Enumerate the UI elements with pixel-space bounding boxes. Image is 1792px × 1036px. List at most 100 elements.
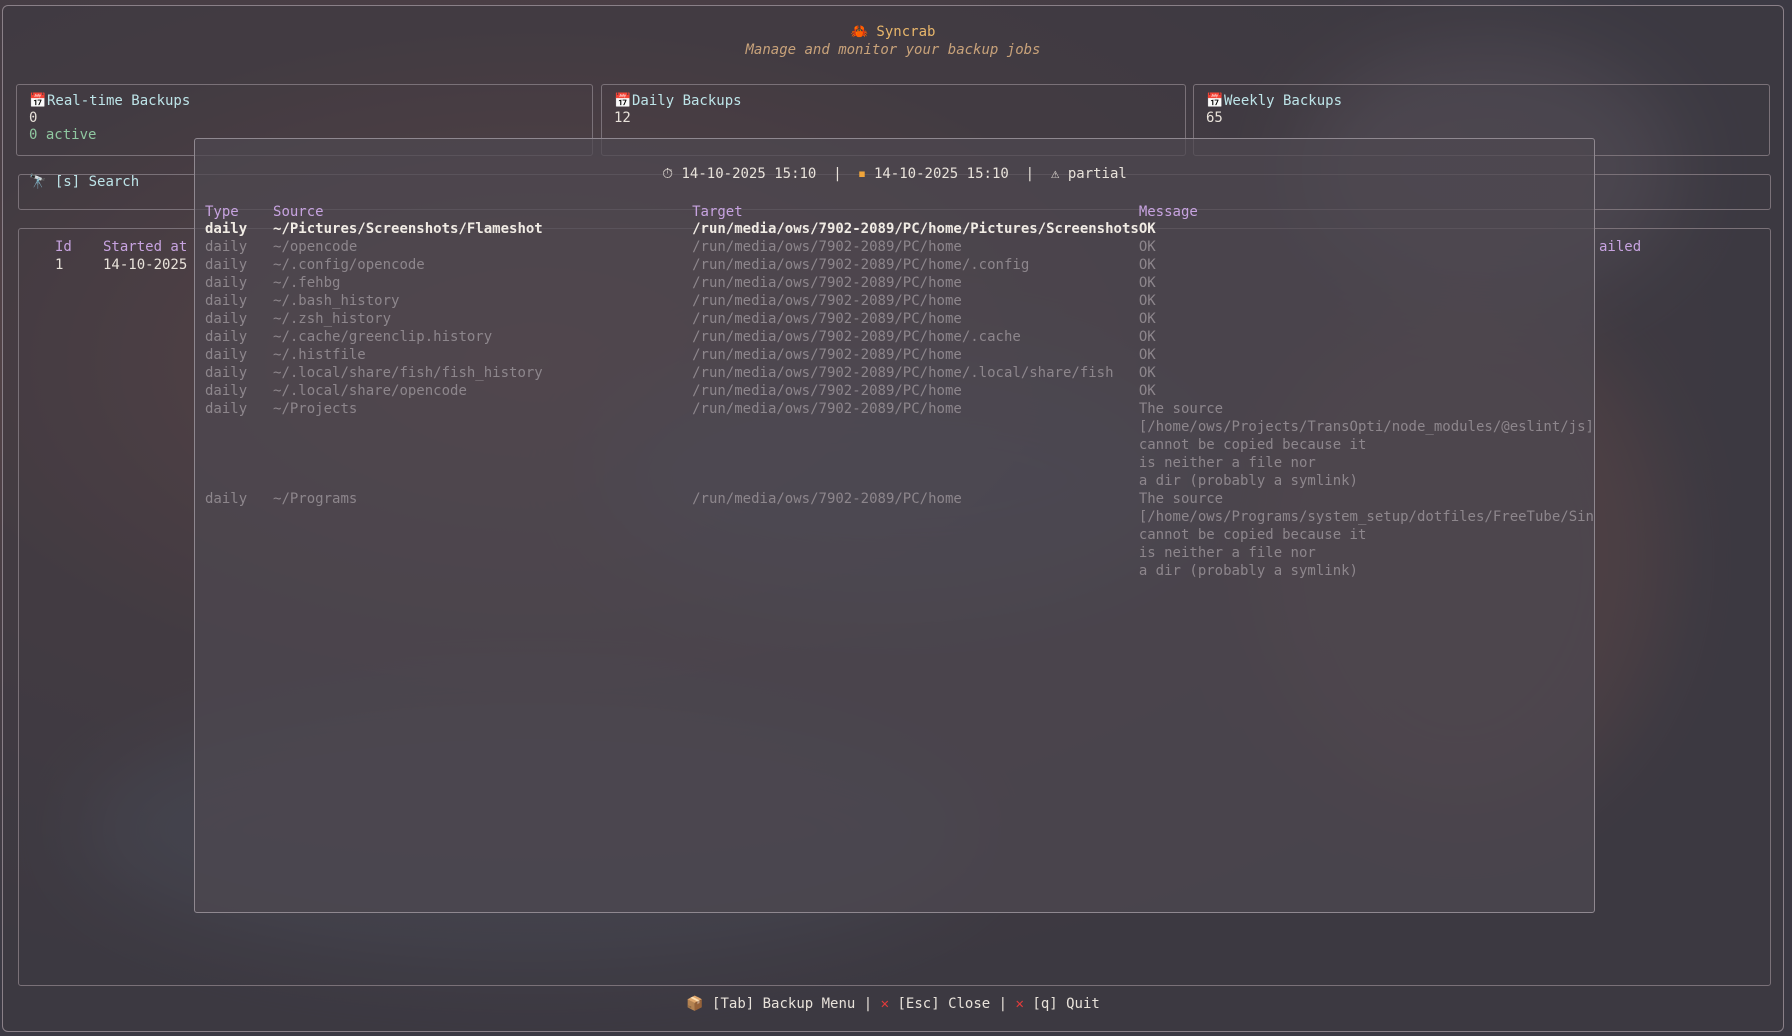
cell-target: /run/media/ows/7902-2089/PC/home [692, 311, 962, 327]
terminal-window: 🦀 Syncrab Manage and monitor your backup… [2, 5, 1784, 1032]
package-icon: 📦 [686, 996, 704, 1012]
cell-started: 14-10-2025 [103, 257, 188, 273]
started-time: 14-10-2025 15:10 [681, 166, 817, 182]
cell-target: /run/media/ows/7902-2089/PC/home/.config [692, 257, 1030, 273]
message-line: The source [1138, 491, 1224, 507]
message-line: cannot be copied because it [1138, 437, 1367, 453]
footer-keybinds: 📦 [Tab] Backup Menu | ✕ [Esc] Close | ✕ … [686, 996, 1100, 1012]
message-line: OK [1138, 293, 1156, 309]
cell-target: /run/media/ows/7902-2089/PC/home/.cache [692, 329, 1021, 345]
cell-message: OK [1139, 329, 1594, 347]
stat-title: Real-time Backups [47, 93, 191, 109]
job-row[interactable]: daily ~/opencode/run/media/ows/7902-2089/… [205, 239, 1594, 257]
message-line: OK [1138, 275, 1156, 291]
cell-target: /run/media/ows/7902-2089/PC/home [692, 491, 962, 507]
job-row[interactable]: daily ~/.cache/greenclip.history/run/medi… [205, 329, 1594, 347]
cell-target: /run/media/ows/7902-2089/PC/home/Picture… [692, 221, 1139, 237]
col-failed: ailed [1599, 239, 1642, 255]
modal-header: ⏱ 14-10-2025 15:10 | ⏹ 14-10-2025 15:10 … [195, 166, 1594, 182]
message-line: OK [1138, 347, 1156, 363]
col-source: Source [273, 204, 324, 220]
table-row[interactable]: 1 14-10-2025 [55, 257, 187, 273]
telescope-icon: 🔭 [29, 174, 47, 190]
cell-target: /run/media/ows/7902-2089/PC/home [692, 239, 962, 255]
quit-key[interactable]: [q] Quit [1032, 996, 1099, 1012]
calendar-icon: 📅 [1206, 93, 1224, 109]
message-line: OK [1138, 239, 1156, 255]
quit-icon: ✕ [1015, 996, 1024, 1012]
cell-target: /run/media/ows/7902-2089/PC/home [692, 293, 962, 309]
cell-message: OK [1139, 365, 1594, 383]
finished-time: 14-10-2025 15:10 [873, 166, 1009, 182]
cell-target: /run/media/ows/7902-2089/PC/home [692, 383, 962, 399]
col-message: Message [1138, 204, 1198, 220]
stat-title: Daily Backups [632, 93, 742, 109]
cell-source: ~/.histfile [273, 347, 366, 363]
finish-flag-icon: ⏹ [858, 166, 866, 182]
cell-type: daily [205, 275, 248, 291]
stat-value: 12 [614, 110, 631, 126]
calendar-icon: 📅 [614, 93, 632, 109]
stopwatch-icon: ⏱ [662, 166, 674, 182]
calendar-icon: 📅 [29, 93, 47, 109]
cell-id: 1 [55, 257, 64, 273]
cell-message: OK [1139, 257, 1594, 275]
cell-target: /run/media/ows/7902-2089/PC/home [692, 347, 962, 363]
warning-icon: ⚠ [1050, 166, 1060, 182]
job-row[interactable]: daily ~/.local/share/opencode/run/media/o… [205, 383, 1594, 401]
cell-type: daily [205, 365, 248, 381]
message-line: The source [1138, 401, 1224, 417]
crab-icon: 🦀 [850, 24, 868, 40]
cell-source: ~/.bash_history [273, 293, 400, 309]
backup-menu-key[interactable]: [Tab] Backup Menu [712, 996, 855, 1012]
separator: | [833, 166, 842, 182]
close-icon: ✕ [880, 996, 890, 1012]
cell-message: OK [1139, 383, 1594, 401]
job-row[interactable]: daily ~/.fehbg/run/media/ows/7902-2089/PC… [205, 275, 1594, 293]
col-type: Type [205, 204, 239, 220]
cell-type: daily [205, 311, 248, 327]
cell-target: /run/media/ows/7902-2089/PC/home/.local/… [692, 365, 1114, 381]
message-line: a dir (probably a symlink) [1138, 563, 1358, 579]
cell-type: daily [205, 347, 248, 363]
cell-type: daily [205, 329, 248, 345]
status-badge: partial [1067, 166, 1127, 182]
stat-value: 65 [1206, 110, 1223, 126]
cell-message: The source [/home/ows/Projects/TransOpti/… [1139, 401, 1594, 491]
job-row[interactable]: daily ~/.bash_history/run/media/ows/7902-… [205, 293, 1594, 311]
cell-type: daily [205, 401, 248, 417]
cell-message: The source [/home/ows/Programs/system_set… [1139, 491, 1594, 581]
app-header: 🦀 Syncrab Manage and monitor your backup… [3, 24, 1783, 58]
cell-message: OK [1139, 347, 1594, 365]
cell-type: daily [205, 221, 248, 237]
stat-value: 0 [29, 110, 38, 126]
job-row[interactable]: daily ~/.config/opencode/run/media/ows/79… [205, 257, 1594, 275]
cell-target: /run/media/ows/7902-2089/PC/home [692, 401, 962, 417]
cell-source: ~/.local/share/fish/fish_history [273, 365, 543, 381]
job-row[interactable]: daily ~/.local/share/fish/fish_history/ru… [205, 365, 1594, 383]
close-key[interactable]: [Esc] Close [898, 996, 991, 1012]
job-row[interactable]: daily ~/Programs/run/media/ows/7902-2089/… [205, 491, 1594, 581]
cell-source: ~/Programs [273, 491, 358, 507]
cell-source: ~/opencode [273, 239, 358, 255]
stat-title: Weekly Backups [1224, 93, 1343, 109]
cell-source: ~/.fehbg [273, 275, 341, 291]
cell-type: daily [205, 239, 248, 255]
cell-message: OK [1139, 293, 1594, 311]
message-line: is neither a file nor [1138, 545, 1316, 561]
search-label-text: [s] Search [54, 174, 140, 190]
job-row[interactable]: daily ~/.histfile/run/media/ows/7902-2089… [205, 347, 1594, 365]
message-line: OK [1138, 311, 1156, 327]
backup-details-modal: ⏱ 14-10-2025 15:10 | ⏹ 14-10-2025 15:10 … [194, 138, 1595, 913]
message-line: a dir (probably a symlink) [1138, 473, 1358, 489]
job-row[interactable]: daily ~/.zsh_history/run/media/ows/7902-2… [205, 311, 1594, 329]
cell-source: ~/.config/opencode [273, 257, 425, 273]
message-line: OK [1138, 365, 1156, 381]
job-row[interactable]: daily ~/Pictures/Screenshots/Flameshot/ru… [205, 221, 1594, 239]
col-id: Id [55, 239, 72, 255]
message-line: cannot be copied because it [1138, 527, 1367, 543]
job-row[interactable]: daily ~/Projects/run/media/ows/7902-2089/… [205, 401, 1594, 491]
cell-type: daily [205, 257, 248, 273]
cell-source: ~/.zsh_history [273, 311, 392, 327]
app-title-text: Syncrab [876, 24, 936, 40]
